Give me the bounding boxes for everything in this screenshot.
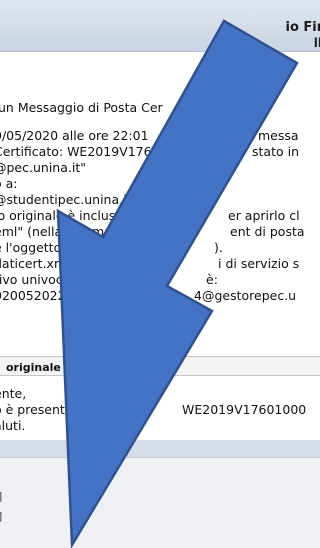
subject-line-end: ). [214,240,223,255]
attachment-header-strip [0,440,320,458]
message-id-end: 4@gestorepec.u [194,288,297,303]
identifier-line-end: è: [206,272,218,287]
identifier-line: tivo univoco di qu [0,272,106,287]
date-line-end: messa [258,128,299,143]
body-line-end: WE2019V17601000 [182,402,307,417]
attachment-line-end: er aprirlo cl [228,208,300,223]
webmail-line: eml" (nella webmai [0,224,116,239]
sender-name: io Fin [285,20,320,35]
original-message-header: originale [0,356,320,376]
attachment-area: ] ] [0,440,320,548]
message-pane: un Messaggio di Posta Cer 0/05/2020 alle… [0,52,320,440]
recipient-address: @studentipec.unina.it [0,192,132,207]
certificate-line: Certificato: WE2019V176 [0,144,152,159]
attachment-item-2[interactable]: ] [0,510,2,523]
date-line: 0/05/2020 alle ore 22:01 [0,128,149,143]
attachment-item-1[interactable]: ] [0,490,2,503]
webmail-line-end: ent di posta [230,224,305,239]
subject-line: e l'oggetto del mes [0,240,115,255]
body-greeting: ente, [0,386,27,401]
body-closing: aluti. [0,418,26,433]
certificate-line-end: stato in [252,144,299,159]
daticert-line-end: i di servizio s [218,256,300,271]
attachment-line: io originale è incluso [0,208,123,223]
message-id-start: 0200520220149 [0,288,98,303]
recipient-label: o a: [0,176,18,191]
original-message-label: originale [6,361,61,374]
window-title-bar: io Fin ll [0,0,320,52]
body-line: o è presente [0,402,73,417]
sender-name-line2: ll [313,36,320,50]
daticert-line: daticert.xml contie [0,256,113,271]
sender-address-line: @pec.unina.it" [0,160,86,175]
intro-line: un Messaggio di Posta Cer [0,100,163,115]
